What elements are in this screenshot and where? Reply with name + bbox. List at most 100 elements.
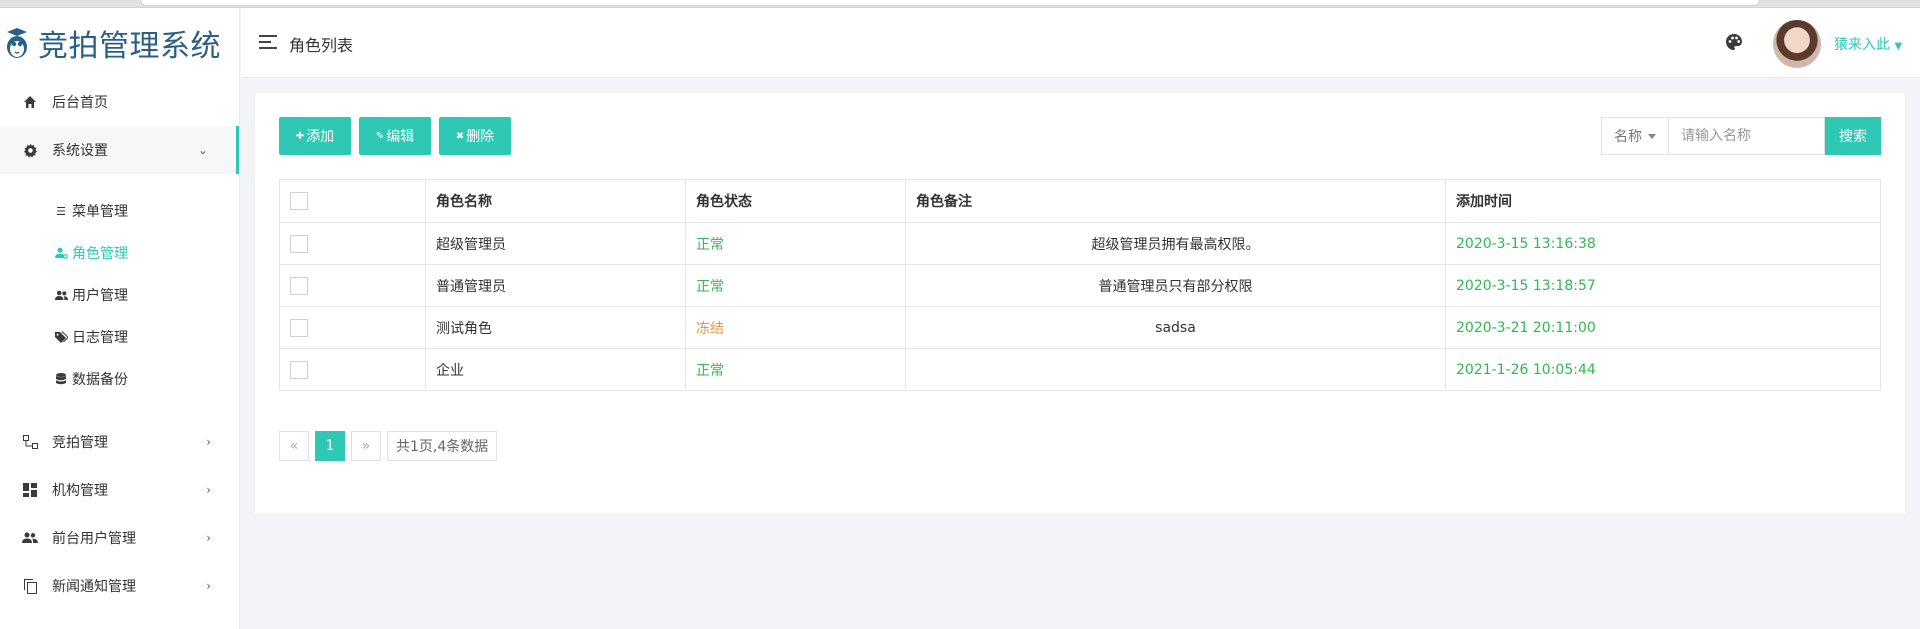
people-icon bbox=[22, 530, 38, 546]
search-button[interactable]: 搜索 bbox=[1825, 117, 1881, 155]
role-name: 超级管理员 bbox=[425, 222, 686, 265]
sidebar: 竞拍管理系统 后台首页 系统设置 ⌄ ☰ 菜单管理 角色管理 用户管理 日志管理… bbox=[0, 8, 240, 629]
caret-down-icon: ▼ bbox=[1894, 41, 1903, 52]
created-time: 2020-3-15 13:16:38 bbox=[1445, 222, 1881, 265]
user-menu[interactable]: 猿来入此 ▼ bbox=[1834, 34, 1902, 54]
row-checkbox[interactable] bbox=[290, 360, 308, 379]
pagination-summary: 共1页,4条数据 bbox=[387, 431, 498, 461]
search-bar: 名称 搜索 bbox=[1601, 117, 1881, 155]
role-name: 测试角色 bbox=[425, 306, 686, 349]
sidebar-item-label: 竞拍管理 bbox=[52, 435, 108, 451]
logo[interactable]: 竞拍管理系统 bbox=[0, 8, 239, 78]
sidebar-item-label: 新闻通知管理 bbox=[52, 579, 136, 595]
role-remark bbox=[905, 348, 1446, 391]
user-edit-icon: ✎ bbox=[375, 130, 385, 142]
table-row[interactable]: 超级管理员 正常 超级管理员拥有最高权限。 2020-3-15 13:16:38 bbox=[279, 222, 1881, 265]
role-status: 正常 bbox=[685, 222, 906, 265]
sidebar-item-institution-management[interactable]: 机构管理 › bbox=[0, 466, 239, 514]
chevron-right-icon: › bbox=[206, 579, 211, 593]
prev-page-button[interactable]: « bbox=[279, 431, 309, 461]
sidebar-item-menu-management[interactable]: ☰ 菜单管理 bbox=[0, 190, 239, 232]
search-input[interactable] bbox=[1669, 117, 1825, 155]
role-remark: sadsa bbox=[905, 306, 1446, 349]
created-time: 2021-1-26 10:05:44 bbox=[1445, 348, 1881, 391]
sidebar-item-label: 机构管理 bbox=[52, 483, 108, 499]
sidebar-item-label: 日志管理 bbox=[72, 330, 128, 346]
created-time: 2020-3-21 20:11:00 bbox=[1445, 306, 1881, 349]
user-minus-icon: ✖ bbox=[455, 130, 465, 142]
column-header[interactable]: 角色备注 bbox=[905, 179, 1446, 223]
sidebar-item-system-settings[interactable]: 系统设置 ⌄ bbox=[0, 126, 239, 174]
app-title: 竞拍管理系统 bbox=[38, 29, 221, 64]
sidebar-item-label: 角色管理 bbox=[72, 246, 128, 262]
search-field-select[interactable]: 名称 bbox=[1601, 117, 1669, 155]
sidebar-item-data-backup[interactable]: 数据备份 bbox=[0, 358, 239, 400]
list-icon: ☰ bbox=[56, 204, 66, 218]
pagination: « 1 » 共1页,4条数据 bbox=[279, 431, 503, 461]
created-time: 2020-3-15 13:18:57 bbox=[1445, 264, 1881, 307]
sidebar-item-label: 数据备份 bbox=[72, 372, 128, 388]
copy-icon bbox=[22, 578, 38, 594]
role-remark: 普通管理员只有部分权限 bbox=[905, 264, 1446, 307]
main-panel: ✚添加 ✎编辑 ✖删除 名称 搜索 角色名称 角色状态 角色备注 添加时间 超级… bbox=[255, 93, 1905, 513]
row-select-cell bbox=[279, 306, 426, 349]
sidebar-item-user-management[interactable]: 用户管理 bbox=[0, 274, 239, 316]
edit-button[interactable]: ✎ 编辑 bbox=[359, 117, 431, 155]
row-checkbox[interactable] bbox=[290, 234, 308, 253]
sidebar-item-home[interactable]: 后台首页 bbox=[0, 78, 239, 126]
sidebar-item-label: 后台首页 bbox=[52, 95, 108, 111]
role-remark: 超级管理员拥有最高权限。 bbox=[905, 222, 1446, 265]
sidebar-item-label: 前台用户管理 bbox=[52, 531, 136, 547]
sidebar-item-label: 菜单管理 bbox=[72, 204, 128, 220]
row-checkbox[interactable] bbox=[290, 318, 308, 337]
chevron-right-icon: › bbox=[206, 483, 211, 497]
sidebar-item-news-management[interactable]: 新闻通知管理 › bbox=[0, 562, 239, 610]
row-select-cell bbox=[279, 222, 426, 265]
column-header[interactable]: 添加时间 bbox=[1445, 179, 1881, 223]
select-all-checkbox[interactable] bbox=[290, 192, 308, 210]
add-button[interactable]: ✚ 添加 bbox=[279, 117, 351, 155]
avatar[interactable] bbox=[1773, 20, 1821, 68]
sidebar-item-label: 用户管理 bbox=[72, 288, 128, 304]
next-page-button[interactable]: » bbox=[351, 431, 381, 461]
sidebar-item-auction-management[interactable]: 竞拍管理 › bbox=[0, 418, 239, 466]
user-plus-icon: ✚ bbox=[295, 130, 305, 142]
table-row[interactable]: 普通管理员 正常 普通管理员只有部分权限 2020-3-15 13:18:57 bbox=[279, 264, 1881, 307]
chevron-right-icon: › bbox=[206, 435, 211, 449]
role-status: 冻结 bbox=[685, 306, 906, 349]
select-all-cell bbox=[279, 179, 426, 223]
role-name: 普通管理员 bbox=[425, 264, 686, 307]
page-title: 角色列表 bbox=[289, 36, 354, 55]
owl-logo-icon bbox=[7, 28, 27, 58]
sidebar-item-role-management[interactable]: 角色管理 bbox=[0, 232, 239, 274]
chevron-right-icon: › bbox=[206, 531, 211, 545]
roles-table: 角色名称 角色状态 角色备注 添加时间 超级管理员 正常 超级管理员拥有最高权限… bbox=[279, 179, 1881, 391]
user-gear-icon bbox=[54, 247, 68, 259]
role-status: 正常 bbox=[685, 264, 906, 307]
table-header-row: 角色名称 角色状态 角色备注 添加时间 bbox=[279, 179, 1881, 223]
hierarchy-icon bbox=[22, 434, 38, 450]
table-row[interactable]: 企业 正常 2021-1-26 10:05:44 bbox=[279, 348, 1881, 391]
palette-icon[interactable] bbox=[1725, 33, 1743, 51]
browser-top-strip bbox=[0, 0, 1920, 8]
users-icon bbox=[54, 290, 68, 301]
row-select-cell bbox=[279, 348, 426, 391]
gear-icon bbox=[22, 142, 38, 158]
username: 猿来入此 bbox=[1834, 37, 1890, 53]
sidebar-item-label: 系统设置 bbox=[52, 143, 108, 159]
caret-down-icon bbox=[1648, 133, 1656, 139]
system-settings-submenu: ☰ 菜单管理 角色管理 用户管理 日志管理 数据备份 bbox=[0, 174, 239, 418]
page-button-current[interactable]: 1 bbox=[315, 431, 345, 461]
menu-toggle-icon[interactable] bbox=[259, 35, 277, 49]
row-checkbox[interactable] bbox=[290, 276, 308, 295]
home-icon bbox=[22, 94, 38, 110]
delete-button[interactable]: ✖ 删除 bbox=[439, 117, 511, 155]
table-row[interactable]: 测试角色 冻结 sadsa 2020-3-21 20:11:00 bbox=[279, 306, 1881, 349]
column-header[interactable]: 角色名称 bbox=[425, 179, 686, 223]
header: 角色列表 猿来入此 ▼ bbox=[241, 8, 1920, 78]
sidebar-menu: 后台首页 系统设置 ⌄ ☰ 菜单管理 角色管理 用户管理 日志管理 数据备份 竞… bbox=[0, 78, 239, 610]
sidebar-item-log-management[interactable]: 日志管理 bbox=[0, 316, 239, 358]
column-header[interactable]: 角色状态 bbox=[685, 179, 906, 223]
role-name: 企业 bbox=[425, 348, 686, 391]
sidebar-item-frontend-users[interactable]: 前台用户管理 › bbox=[0, 514, 239, 562]
